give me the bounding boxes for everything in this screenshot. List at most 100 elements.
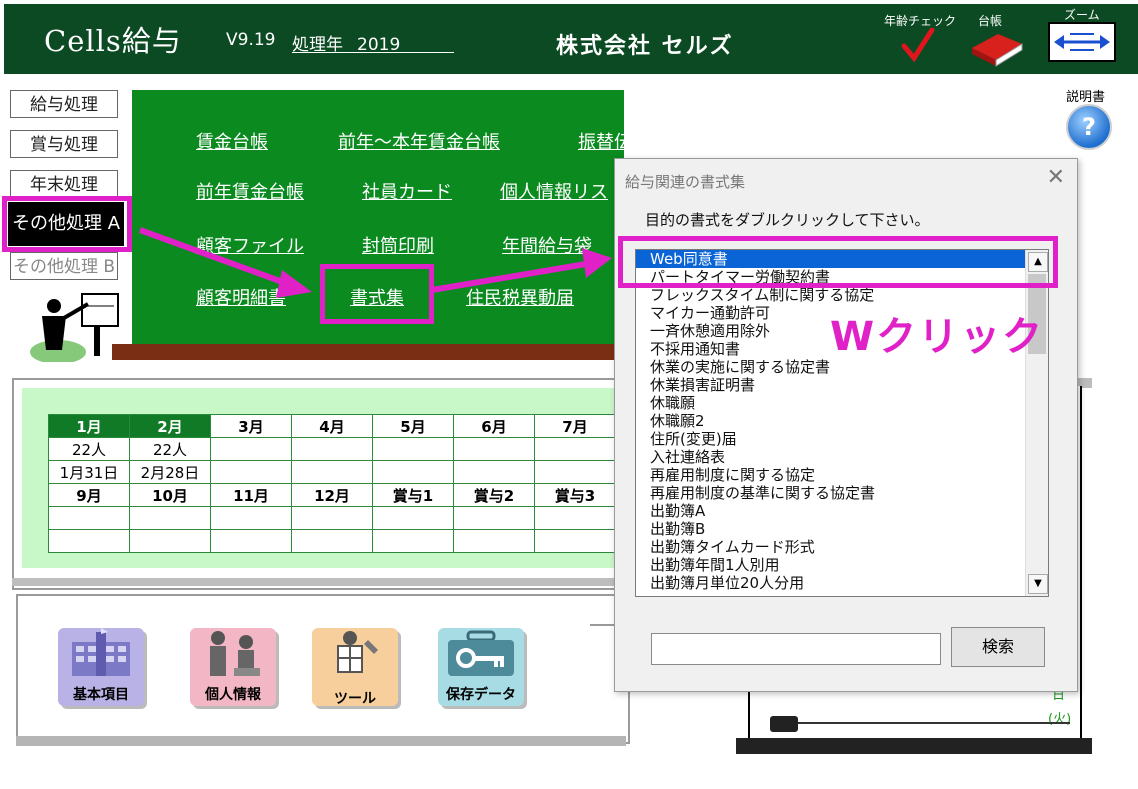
presenter-icon <box>28 292 120 364</box>
month-cell[interactable]: 3月 <box>210 414 292 438</box>
zoom-button[interactable] <box>1048 22 1116 62</box>
year-value: 2019 <box>357 35 401 55</box>
date-cell <box>210 460 292 484</box>
people-icon <box>210 631 260 676</box>
form-list-item[interactable]: 出勤簿A <box>636 502 1048 520</box>
basic-items-button[interactable]: 基本項目 <box>58 628 144 706</box>
form-list-item[interactable]: 再雇用制度に関する協定 <box>636 466 1048 484</box>
link-client-file[interactable]: 顧客ファイル <box>196 232 304 258</box>
month-cell[interactable]: 2月 <box>129 414 211 438</box>
tools-button[interactable]: ツール <box>312 628 398 707</box>
search-button[interactable]: 検索 <box>951 627 1045 667</box>
menu-other-b[interactable]: その他処理 B <box>10 252 118 280</box>
form-list-item[interactable]: 出勤簿B <box>636 520 1048 538</box>
search-input[interactable] <box>651 633 941 665</box>
link-envelope-print[interactable]: 封筒印刷 <box>362 232 434 258</box>
calendar-shelf <box>12 578 622 586</box>
link-employee-card[interactable]: 社員カード <box>362 178 452 204</box>
month-cell[interactable]: 9月 <box>48 483 130 507</box>
dialog-instruction: 目的の書式をダブルクリックして下さい。 <box>645 211 930 229</box>
form-list-item[interactable]: 出勤簿年間1人別用 <box>636 556 1048 574</box>
form-list-item[interactable]: 住所(変更)届 <box>636 430 1048 448</box>
count-cell <box>453 437 535 461</box>
right-bottom-bar <box>736 738 1092 754</box>
month-cell[interactable]: 12月 <box>291 483 373 507</box>
link-client-statement[interactable]: 顧客明細書 <box>196 284 286 310</box>
listbox-scrollbar[interactable]: ▲ ▼ <box>1025 250 1048 596</box>
count-cell: 22人 <box>48 437 130 461</box>
form-list-item[interactable]: 休職願2 <box>636 412 1048 430</box>
close-icon[interactable]: ✕ <box>1047 165 1065 190</box>
link-resident-tax-change[interactable]: 住民税異動届 <box>466 284 574 310</box>
calendar-dates-row: 1月31日 2月28日 <box>48 460 616 484</box>
count-cell <box>372 437 454 461</box>
link-prev-wage-ledger[interactable]: 前年賃金台帳 <box>196 178 304 204</box>
menu-yearend-processing[interactable]: 年末処理 <box>10 170 118 198</box>
date-cell <box>453 460 535 484</box>
right-edge <box>1078 380 1088 386</box>
month-cell[interactable]: 11月 <box>210 483 292 507</box>
menu-other-a[interactable]: その他処理 A <box>8 202 124 246</box>
form-list-item[interactable]: 休職願 <box>636 394 1048 412</box>
building-icon <box>72 628 130 676</box>
link-forms-collection[interactable]: 書式集 <box>350 284 404 310</box>
calendar-empty-row <box>48 506 616 530</box>
dialog-title: 給与関連の書式集 <box>625 173 746 191</box>
forms-list: Web同意書 パートタイマー労働契約書 フレックスタイム制に関する協定 マイカー通勤許… <box>636 250 1048 592</box>
calendar-months-row-2: 9月 10月 11月 12月 賞与1 賞与2 賞与3 <box>48 483 616 507</box>
bonus-cell[interactable]: 賞与1 <box>372 483 454 507</box>
month-cell[interactable]: 4月 <box>291 414 373 438</box>
count-cell <box>534 437 616 461</box>
calendar-months-row-1: 1月 2月 3月 4月 5月 6月 7月 <box>48 414 616 438</box>
forms-listbox[interactable]: Web同意書 パートタイマー労働契約書 フレックスタイム制に関する協定 マイカー通勤許… <box>635 249 1049 597</box>
form-list-item[interactable]: 入社連絡表 <box>636 448 1048 466</box>
month-cell[interactable]: 6月 <box>453 414 535 438</box>
key-case-icon <box>448 630 514 676</box>
month-cell[interactable]: 5月 <box>372 414 454 438</box>
year-label: 処理年 <box>292 35 343 55</box>
personal-info-button[interactable]: 個人情報 <box>190 628 276 706</box>
link-transfer-slip[interactable]: 振替伝票 <box>578 128 650 154</box>
highlight-web-consent <box>618 236 1058 288</box>
link-personal-info-list[interactable]: 個人情報リス <box>500 178 608 204</box>
date-cell <box>534 460 616 484</box>
binder-icon[interactable] <box>968 28 1026 68</box>
checkmark-icon[interactable] <box>900 27 936 63</box>
count-cell <box>210 437 292 461</box>
saved-data-label: 保存データ <box>446 687 516 703</box>
link-wage-ledger[interactable]: 賃金台帳 <box>196 128 268 154</box>
link-prev-current-wage-ledger[interactable]: 前年～本年賃金台帳 <box>338 128 500 154</box>
scroll-down-icon[interactable]: ▼ <box>1028 574 1048 594</box>
menu-salary-processing[interactable]: 給与処理 <box>10 90 118 118</box>
date-cell <box>372 460 454 484</box>
version-label: V9.19 <box>226 30 276 50</box>
panel-shelf <box>112 344 628 360</box>
link-annual-pay-envelope[interactable]: 年間給与袋 <box>502 232 592 258</box>
tools-shelf <box>16 736 626 746</box>
link-file-output[interactable]: ファイル出力 <box>718 128 826 154</box>
worker-icon <box>337 631 378 673</box>
count-cell: 22人 <box>129 437 211 461</box>
date-cell: 1月31日 <box>48 460 130 484</box>
zoom-label: ズーム <box>1064 8 1100 22</box>
monthly-calendar: 1月 2月 3月 4月 5月 6月 7月 22人 22人 1月31日 2月28日… <box>48 414 616 553</box>
menu-bonus-processing[interactable]: 賞与処理 <box>10 130 118 158</box>
form-list-item[interactable]: 出勤簿タイムカード形式 <box>636 538 1048 556</box>
zoom-arrows-icon <box>1054 33 1110 51</box>
date-cell <box>291 460 373 484</box>
month-cell[interactable]: 1月 <box>48 414 130 438</box>
calendar-empty-row <box>48 529 616 553</box>
form-list-item[interactable]: 休業損害証明書 <box>636 376 1048 394</box>
count-cell <box>291 437 373 461</box>
bonus-cell[interactable]: 賞与2 <box>453 483 535 507</box>
month-cell[interactable]: 10月 <box>129 483 211 507</box>
right-slider-handle[interactable] <box>770 716 798 732</box>
form-list-item[interactable]: 再雇用制度の基準に関する協定書 <box>636 484 1048 502</box>
bonus-cell[interactable]: 賞与3 <box>534 483 616 507</box>
help-icon[interactable]: ? <box>1066 104 1112 150</box>
year-field[interactable]: 処理年 2019 <box>292 30 454 55</box>
month-cell[interactable]: 7月 <box>534 414 616 438</box>
saved-data-button[interactable]: 保存データ <box>438 628 524 706</box>
form-list-item[interactable]: 出勤簿月単位20人分用 <box>636 574 1048 592</box>
form-list-item[interactable]: フレックスタイム制に関する協定 <box>636 286 1048 304</box>
